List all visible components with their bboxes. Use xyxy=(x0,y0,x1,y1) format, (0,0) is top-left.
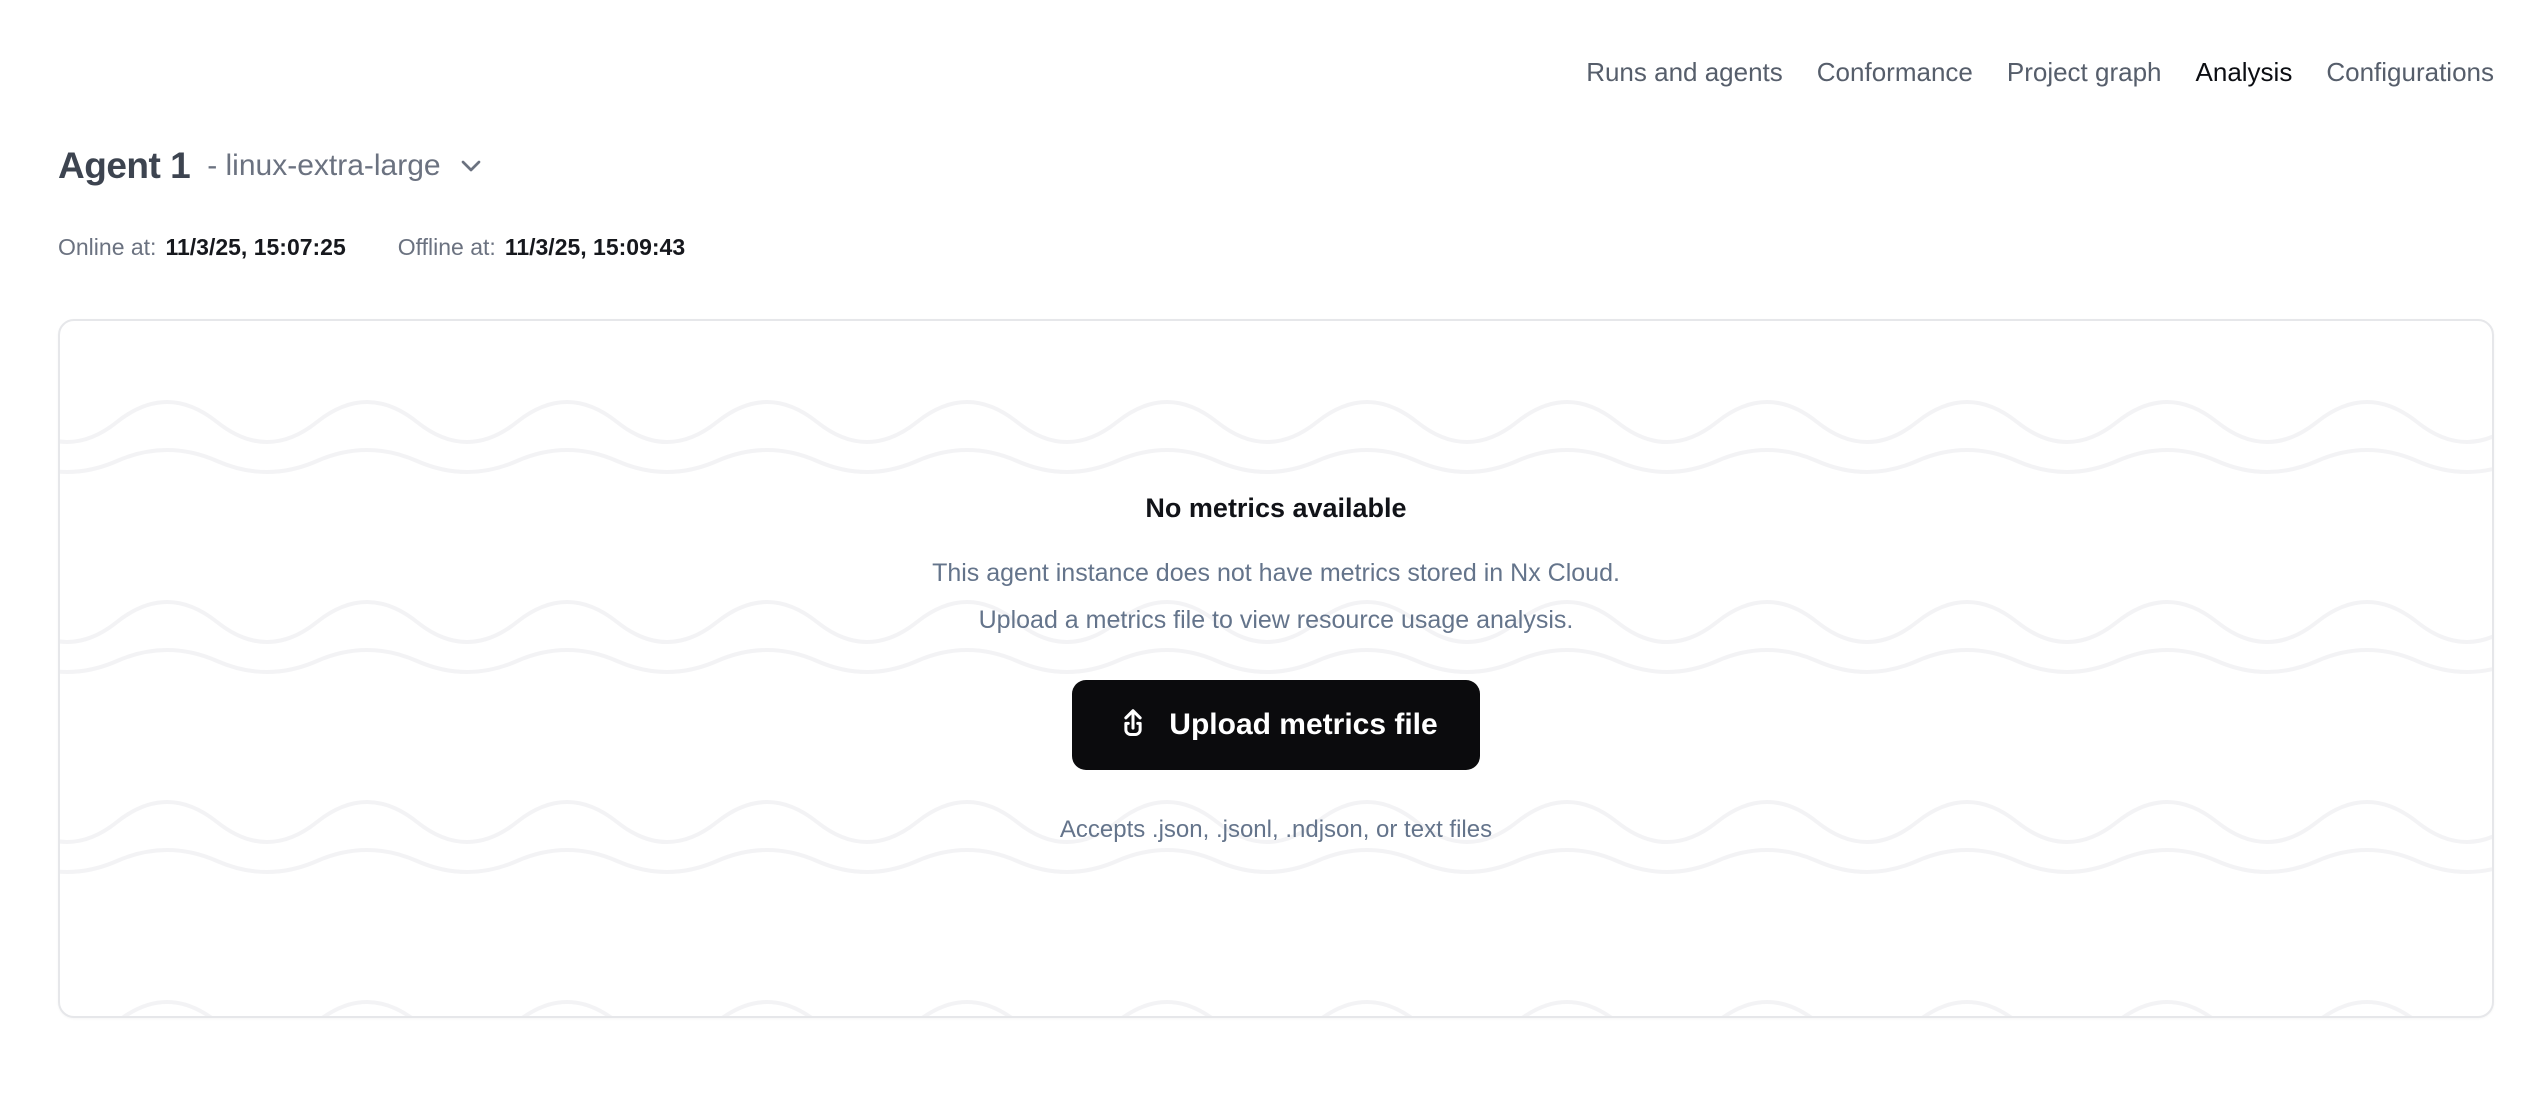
page-title: Agent 1 xyxy=(58,144,190,188)
online-at: Online at: 11/3/25, 15:07:25 xyxy=(58,233,346,261)
nav-item-conformance[interactable]: Conformance xyxy=(1817,57,1973,87)
nav-item-analysis[interactable]: Analysis xyxy=(2196,57,2293,87)
online-at-value: 11/3/25, 15:07:25 xyxy=(165,233,345,261)
empty-state: No metrics available This agent instance… xyxy=(60,321,2492,1016)
agent-header: Agent 1 - linux-extra-large xyxy=(58,144,487,188)
empty-state-description-line1: This agent instance does not have metric… xyxy=(932,550,1620,597)
accepted-file-types: Accepts .json, .jsonl, .ndjson, or text … xyxy=(1060,816,1492,844)
agent-meta: Online at: 11/3/25, 15:07:25 Offline at:… xyxy=(58,233,685,261)
upload-icon xyxy=(1114,706,1152,744)
page: Runs and agents Conformance Project grap… xyxy=(0,0,2546,1112)
nav-item-project-graph[interactable]: Project graph xyxy=(2007,57,2162,87)
top-nav: Runs and agents Conformance Project grap… xyxy=(1586,57,2494,87)
upload-metrics-button[interactable]: Upload metrics file xyxy=(1072,680,1479,770)
online-at-label: Online at: xyxy=(58,233,156,261)
chevron-down-icon[interactable] xyxy=(455,150,487,182)
nav-item-configurations[interactable]: Configurations xyxy=(2326,57,2494,87)
offline-at-label: Offline at: xyxy=(398,233,496,261)
agent-launch-template: - linux-extra-large xyxy=(207,146,440,186)
offline-at: Offline at: 11/3/25, 15:09:43 xyxy=(398,233,685,261)
upload-button-label: Upload metrics file xyxy=(1169,708,1437,742)
empty-state-description-line2: Upload a metrics file to view resource u… xyxy=(932,597,1620,644)
nav-item-runs-and-agents[interactable]: Runs and agents xyxy=(1586,57,1783,87)
metrics-card: No metrics available This agent instance… xyxy=(58,319,2494,1018)
empty-state-title: No metrics available xyxy=(1145,492,1406,524)
empty-state-description: This agent instance does not have metric… xyxy=(932,550,1620,644)
offline-at-value: 11/3/25, 15:09:43 xyxy=(505,233,685,261)
